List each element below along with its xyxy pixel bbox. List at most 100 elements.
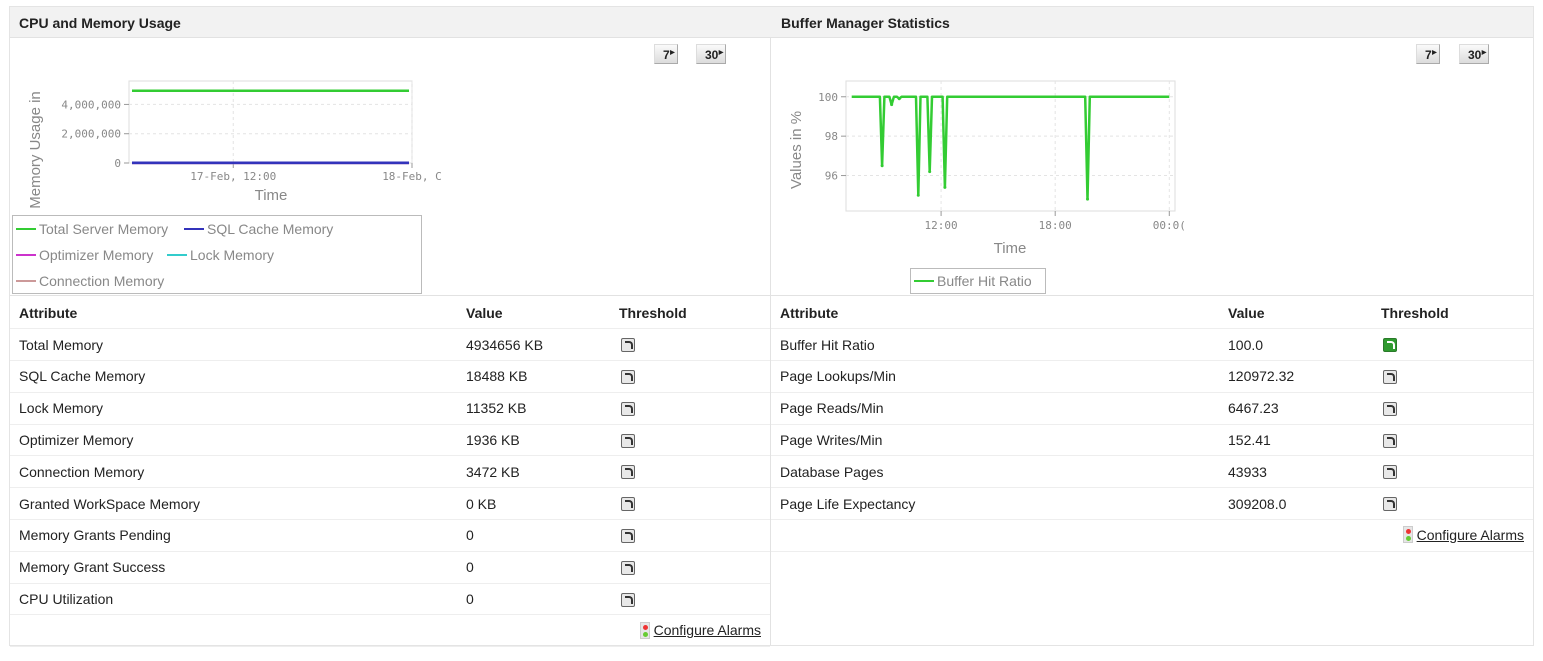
threshold-cell: [1381, 487, 1533, 521]
buffer-manager-panel: 7 ▶ 30 ▶ Values in % Time 96 98 100 12:00 18…: [771, 38, 1533, 645]
y-tick-label: 96: [825, 170, 838, 183]
plot-area: [845, 80, 1176, 212]
attribute-cell: Page Life Expectancy: [771, 487, 1228, 521]
legend-item-connection-memory[interactable]: Connection Memory: [16, 273, 164, 289]
caret-right-icon: ▶: [670, 50, 675, 56]
threshold-column-header: Threshold: [619, 297, 770, 330]
table-row: Page Writes/Min 152.41: [771, 424, 1533, 457]
threshold-config-icon[interactable]: [621, 369, 635, 384]
configure-alarms-link[interactable]: Configure Alarms: [1417, 527, 1524, 543]
threshold-config-icon[interactable]: [1383, 369, 1397, 384]
table-row: SQL Cache Memory 18488 KB: [10, 360, 770, 393]
buffer-attributes-table: Attribute Value Threshold Buffer Hit Rat…: [771, 297, 1533, 552]
attribute-cell: Page Writes/Min: [771, 424, 1228, 457]
configure-alarms-row: Configure Alarms: [10, 614, 770, 648]
table-row: Page Lookups/Min 120972.32: [771, 360, 1533, 393]
attribute-column-header: Attribute: [771, 297, 1228, 330]
threshold-column-header: Threshold: [1381, 297, 1533, 330]
x-tick-label: 18-Feb, C: [382, 170, 442, 183]
threshold-cell: [619, 519, 770, 552]
value-cell: 309208.0: [1228, 487, 1381, 521]
threshold-config-icon[interactable]: [621, 592, 635, 607]
legend-item-total-server-memory[interactable]: Total Server Memory: [16, 221, 168, 237]
value-column-header: Value: [466, 297, 619, 330]
legend-label: Buffer Hit Ratio: [937, 273, 1032, 289]
threshold-config-icon[interactable]: [621, 528, 635, 543]
data-point: [928, 170, 932, 174]
threshold-config-icon[interactable]: [621, 497, 635, 512]
buffer-y-axis-title: Values in %: [788, 111, 805, 189]
memory-usage-chart: Memory Usage in Time 0 2,000,000 4,000,000…: [27, 80, 442, 209]
threshold-config-icon[interactable]: [1383, 338, 1397, 353]
caret-right-icon: ▶: [718, 50, 724, 56]
panel-header-bar: CPU and Memory Usage Buffer Manager Stat…: [10, 7, 1533, 38]
period-7-days-button[interactable]: 7 ▶: [1416, 44, 1440, 64]
attribute-cell: Lock Memory: [10, 392, 466, 425]
value-cell: 43933: [1228, 455, 1381, 489]
attribute-cell: Buffer Hit Ratio: [771, 328, 1228, 362]
configure-alarms-link[interactable]: Configure Alarms: [654, 622, 761, 638]
value-cell: 120972.32: [1228, 360, 1381, 393]
legend-item-sql-cache-memory[interactable]: SQL Cache Memory: [184, 221, 333, 237]
legend-item-lock-memory[interactable]: Lock Memory: [167, 247, 274, 263]
data-point: [916, 193, 920, 197]
attribute-cell: Total Memory: [10, 328, 466, 362]
threshold-cell: [1381, 392, 1533, 425]
configure-alarms-row: Configure Alarms: [771, 519, 1533, 552]
threshold-cell: [619, 360, 770, 393]
table-row: Total Memory 4934656 KB: [10, 328, 770, 362]
period-7-days-button[interactable]: 7 ▶: [654, 44, 678, 64]
table-header-row: Attribute Value Threshold: [10, 297, 770, 330]
x-tick-label: 18:00: [1039, 219, 1072, 232]
table-row: Connection Memory 3472 KB: [10, 455, 770, 489]
value-cell: 3472 KB: [466, 455, 619, 489]
period-30-days-button[interactable]: 30 ▶: [696, 44, 727, 64]
threshold-config-icon[interactable]: [1383, 401, 1397, 416]
y-tick-label: 4,000,000: [61, 98, 121, 111]
value-column-header: Value: [1228, 297, 1381, 330]
value-cell: 4934656 KB: [466, 328, 619, 362]
legend-item-optimizer-memory[interactable]: Optimizer Memory: [16, 247, 153, 263]
table-row: Granted WorkSpace Memory 0 KB: [10, 487, 770, 521]
value-cell: 0: [466, 551, 619, 584]
attribute-cell: CPU Utilization: [10, 583, 466, 616]
x-tick-label: 12:00: [925, 219, 958, 232]
legend-item-buffer-hit-ratio[interactable]: Buffer Hit Ratio: [914, 273, 1032, 289]
threshold-cell: [619, 487, 770, 521]
attribute-cell: Memory Grants Pending: [10, 519, 466, 552]
legend-label: Lock Memory: [190, 247, 275, 263]
value-cell: 6467.23: [1228, 392, 1381, 425]
table-header-row: Attribute Value Threshold: [771, 297, 1533, 330]
threshold-config-icon[interactable]: [621, 465, 635, 480]
period-30-days-button[interactable]: 30 ▶: [1459, 44, 1490, 64]
data-point: [890, 103, 894, 107]
threshold-config-icon[interactable]: [621, 338, 635, 353]
table-row: Page Reads/Min 6467.23: [771, 392, 1533, 425]
value-cell: 11352 KB: [466, 392, 619, 425]
plot-area: [128, 80, 413, 164]
traffic-light-icon: [1402, 526, 1413, 544]
threshold-cell: [619, 328, 770, 362]
y-tick-label: 98: [825, 130, 838, 143]
buffer-manager-panel-title: Buffer Manager Statistics: [781, 15, 950, 31]
attribute-cell: Page Reads/Min: [771, 392, 1228, 425]
threshold-config-icon[interactable]: [621, 560, 635, 575]
x-tick-label: 00:0(: [1153, 219, 1186, 232]
x-tick-label: 17-Feb, 12:00: [190, 170, 276, 183]
attribute-cell: Optimizer Memory: [10, 424, 466, 457]
threshold-config-icon[interactable]: [1383, 433, 1397, 448]
threshold-config-icon[interactable]: [621, 401, 635, 416]
threshold-config-icon[interactable]: [621, 433, 635, 448]
data-point: [1086, 197, 1090, 201]
threshold-cell: [619, 551, 770, 584]
data-point: [943, 185, 947, 189]
threshold-config-icon[interactable]: [1383, 465, 1397, 480]
threshold-config-icon[interactable]: [1383, 497, 1397, 512]
threshold-cell: [619, 455, 770, 489]
value-cell: 1936 KB: [466, 424, 619, 457]
dashboard-container: CPU and Memory Usage Buffer Manager Stat…: [9, 6, 1534, 648]
buffer-chart-legend: Buffer Hit Ratio: [910, 268, 1046, 294]
value-cell: 0: [466, 519, 619, 552]
buffer-chart-area: 7 ▶ 30 ▶ Values in % Time 96 98 100 12:00 18…: [771, 38, 1533, 296]
cpu-memory-panel: 7 ▶ 30 ▶ Memory Usage in Time 0 2,000,000…: [10, 38, 771, 648]
